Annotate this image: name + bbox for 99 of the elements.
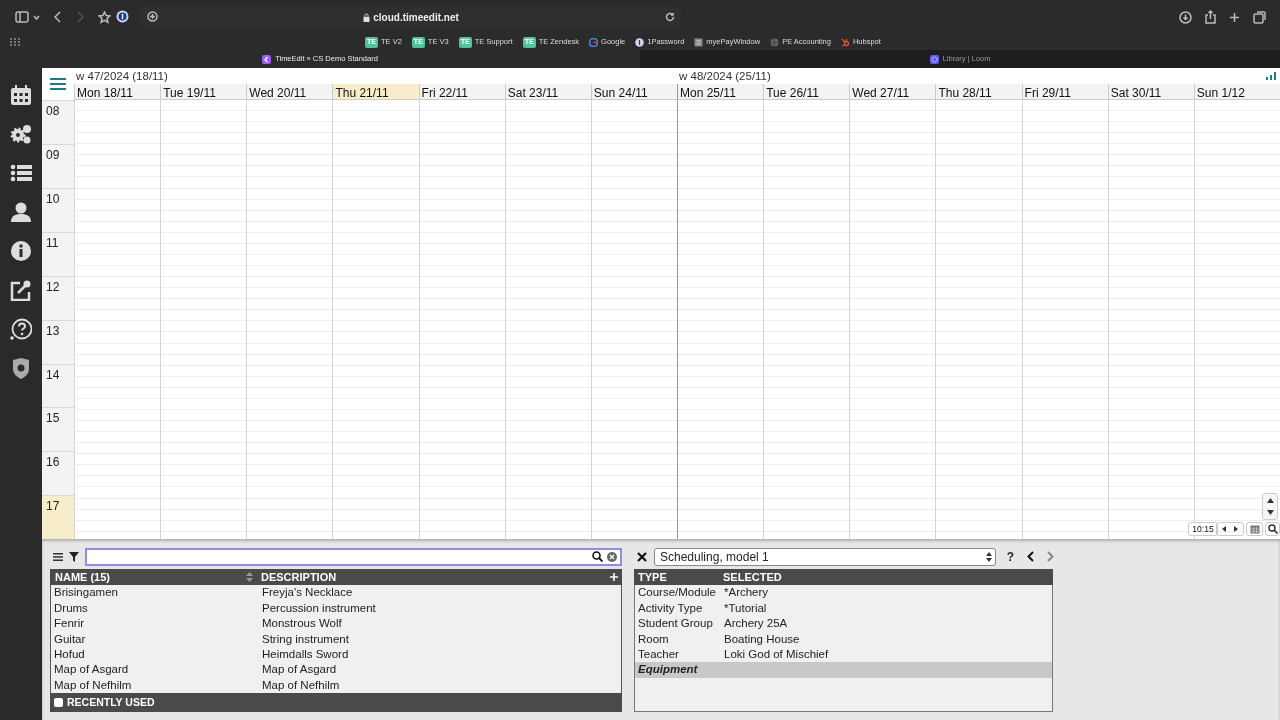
table-cell[interactable]: Boating House bbox=[724, 630, 800, 648]
column-header[interactable]: SELECTED bbox=[723, 569, 782, 586]
table-cell[interactable]: Percussion instrument bbox=[259, 599, 376, 617]
document-icon bbox=[694, 37, 704, 47]
checkbox-label: RECENTLY USED bbox=[67, 694, 155, 710]
table-cell[interactable]: Map of Asgard bbox=[51, 661, 259, 679]
clear-icon[interactable] bbox=[607, 551, 617, 562]
table-cell[interactable]: Room bbox=[635, 630, 724, 648]
next-icon[interactable] bbox=[1234, 526, 1238, 533]
column-header[interactable]: DESCRIPTION bbox=[261, 569, 337, 586]
help-icon[interactable] bbox=[10, 318, 32, 340]
week-label: w 48/2024 (25/11) bbox=[678, 69, 772, 84]
menu-icon[interactable] bbox=[53, 552, 63, 561]
table-cell[interactable]: Teacher bbox=[635, 645, 724, 664]
table-cell[interactable]: Brisingamen bbox=[51, 585, 259, 602]
day-header[interactable]: Wed 20/11 bbox=[246, 84, 333, 100]
column-header[interactable]: TYPE bbox=[634, 569, 723, 586]
day-header[interactable]: Wed 27/11 bbox=[849, 84, 936, 100]
table-cell[interactable]: Map of Nefhilm bbox=[51, 676, 259, 693]
day-header[interactable]: Tue 26/11 bbox=[763, 84, 850, 100]
hour-label: 17 bbox=[42, 495, 74, 540]
table-cell[interactable]: Drums bbox=[51, 599, 259, 617]
password-manager-icon bbox=[635, 37, 645, 47]
table-cell[interactable]: Map of Nefhilm bbox=[259, 676, 340, 693]
forward-icon bbox=[76, 11, 84, 23]
day-header[interactable]: Fri 29/11 bbox=[1021, 84, 1108, 100]
previous-icon[interactable] bbox=[1222, 526, 1226, 533]
sprocket-icon bbox=[840, 37, 850, 47]
gears-icon[interactable] bbox=[10, 123, 32, 145]
table-cell[interactable]: Archery 25A bbox=[724, 615, 788, 633]
day-header[interactable]: Mon 25/11 bbox=[677, 84, 764, 100]
day-header[interactable]: Thu 21/11 bbox=[332, 84, 419, 100]
table-cell[interactable]: Loki God of Mischief bbox=[724, 645, 829, 664]
url-text[interactable]: cloud.timeedit.net bbox=[373, 9, 459, 25]
chevron-down-icon[interactable] bbox=[33, 14, 40, 20]
table-cell[interactable]: String instrument bbox=[259, 630, 349, 648]
google-icon bbox=[589, 37, 599, 47]
add-icon[interactable] bbox=[147, 11, 158, 22]
column-header[interactable]: NAME (15) bbox=[55, 569, 110, 586]
chart-icon[interactable] bbox=[1266, 72, 1276, 80]
sort-icon[interactable] bbox=[246, 572, 253, 583]
table-cell[interactable]: Course/Module bbox=[635, 584, 724, 602]
password-manager-icon[interactable] bbox=[116, 10, 129, 23]
table-cell[interactable]: Freyja's Necklace bbox=[259, 585, 353, 602]
previous-icon[interactable] bbox=[1027, 551, 1034, 563]
tabs-overview-icon[interactable] bbox=[1253, 10, 1266, 24]
selected-row[interactable]: Equipment bbox=[635, 662, 1052, 678]
user-icon[interactable] bbox=[10, 201, 32, 223]
share-icon[interactable] bbox=[1205, 10, 1216, 24]
model-select[interactable]: Scheduling, model 1 bbox=[654, 547, 996, 566]
table-cell[interactable]: *Archery bbox=[724, 584, 769, 602]
day-header[interactable]: Sun 1/12 bbox=[1193, 84, 1280, 100]
reload-icon[interactable] bbox=[665, 12, 675, 22]
download-icon[interactable] bbox=[1179, 10, 1192, 24]
scroll-down-icon[interactable] bbox=[1266, 510, 1274, 516]
table-cell[interactable]: Map of Asgard bbox=[259, 661, 337, 679]
shield-icon[interactable] bbox=[10, 357, 32, 379]
close-icon[interactable] bbox=[637, 551, 647, 562]
table-cell[interactable]: Monstrous Wolf bbox=[259, 615, 342, 633]
menu-icon[interactable] bbox=[50, 78, 66, 90]
globe-icon bbox=[770, 37, 780, 47]
loom-logo-icon bbox=[929, 54, 939, 64]
day-header[interactable]: Sun 24/11 bbox=[590, 84, 677, 100]
table-cell[interactable]: Heimdalls Sword bbox=[259, 645, 349, 664]
day-header[interactable]: Fri 22/11 bbox=[418, 84, 505, 100]
external-link-icon[interactable] bbox=[10, 279, 32, 301]
list-icon[interactable] bbox=[10, 162, 32, 184]
plus-icon[interactable] bbox=[1229, 11, 1240, 23]
back-icon[interactable] bbox=[54, 11, 62, 23]
search-field[interactable] bbox=[85, 547, 622, 566]
scroll-up-icon[interactable] bbox=[1266, 497, 1274, 503]
filter-icon[interactable] bbox=[69, 551, 79, 562]
search-icon[interactable] bbox=[1267, 524, 1278, 535]
table-cell[interactable]: Guitar bbox=[51, 630, 259, 648]
time-button[interactable]: 10:15 bbox=[1188, 522, 1218, 537]
table-cell[interactable]: Student Group bbox=[635, 615, 724, 633]
table-cell[interactable]: Activity Type bbox=[635, 599, 724, 617]
calendar-icon[interactable] bbox=[10, 84, 32, 106]
sidebar-icon[interactable] bbox=[15, 11, 29, 23]
table-cell[interactable]: Fenrir bbox=[51, 615, 259, 633]
table-cell[interactable]: Equipment bbox=[635, 661, 724, 679]
day-header[interactable]: Sat 23/11 bbox=[504, 84, 591, 100]
table-cell[interactable]: Hofud bbox=[51, 645, 259, 664]
select-arrows-icon bbox=[985, 551, 992, 562]
grid-icon[interactable] bbox=[10, 38, 20, 46]
day-header[interactable]: Mon 18/11 bbox=[74, 84, 161, 100]
star-icon[interactable] bbox=[98, 10, 111, 24]
timeedit-logo-icon bbox=[262, 54, 272, 64]
info-icon[interactable] bbox=[10, 240, 32, 262]
table-cell[interactable]: *Tutorial bbox=[724, 599, 767, 617]
day-header[interactable]: Tue 19/11 bbox=[160, 84, 247, 100]
next-icon bbox=[1047, 551, 1054, 563]
week-label: w 47/2024 (18/11) bbox=[75, 69, 169, 84]
day-header[interactable]: Sat 30/11 bbox=[1107, 84, 1194, 100]
lock-icon bbox=[363, 12, 371, 22]
day-header[interactable]: Thu 28/11 bbox=[935, 84, 1022, 100]
help-button[interactable]: ? bbox=[1006, 547, 1014, 566]
checkbox[interactable] bbox=[54, 698, 63, 707]
search-icon[interactable] bbox=[592, 551, 603, 563]
